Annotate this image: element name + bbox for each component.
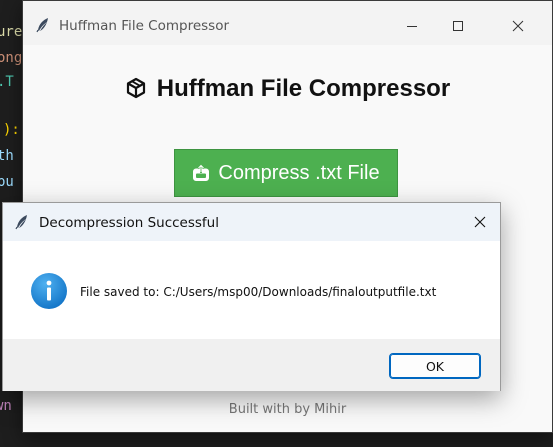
footer-credit: Built with by Mihir [228,402,347,417]
code-fragment: th [0,148,14,164]
close-icon [474,216,486,228]
window-title: Huffman File Compressor [59,18,230,34]
maximize-icon [453,21,463,31]
feather-icon [14,214,30,230]
code-fragment: ong [0,50,23,66]
dialog-titlebar: Decompression Successful [3,203,500,241]
compress-file-button[interactable]: Compress .txt File [174,149,398,197]
heading-text: Huffman File Compressor [156,75,451,102]
dialog-footer: OK [3,339,500,391]
package-icon [125,77,147,106]
dialog-message: File saved to: C:/Users/msp00/Downloads/… [80,285,437,299]
compress-button-label: Compress .txt File [218,161,380,184]
code-fragment: ): [3,122,20,138]
dialog-title: Decompression Successful [39,215,219,231]
code-fragment: .T [0,74,14,90]
info-icon [30,272,68,310]
close-icon [512,20,524,32]
code-fragment: ure [0,24,23,40]
upload-tray-icon [192,164,210,182]
dialog-close-button[interactable] [461,207,499,237]
close-button[interactable] [495,11,541,41]
maximize-button[interactable] [435,11,481,41]
decompression-dialog: Decompression Successful File saved to: … [2,202,501,391]
minimize-icon [407,26,417,27]
feather-icon [35,17,51,33]
minimize-button[interactable] [389,11,435,41]
app-heading: Huffman File Compressor [23,75,552,106]
code-fragment: pu [0,174,14,190]
main-titlebar: Huffman File Compressor [23,1,552,45]
code-fragment: wn [0,398,12,414]
ok-button[interactable]: OK [389,353,481,379]
